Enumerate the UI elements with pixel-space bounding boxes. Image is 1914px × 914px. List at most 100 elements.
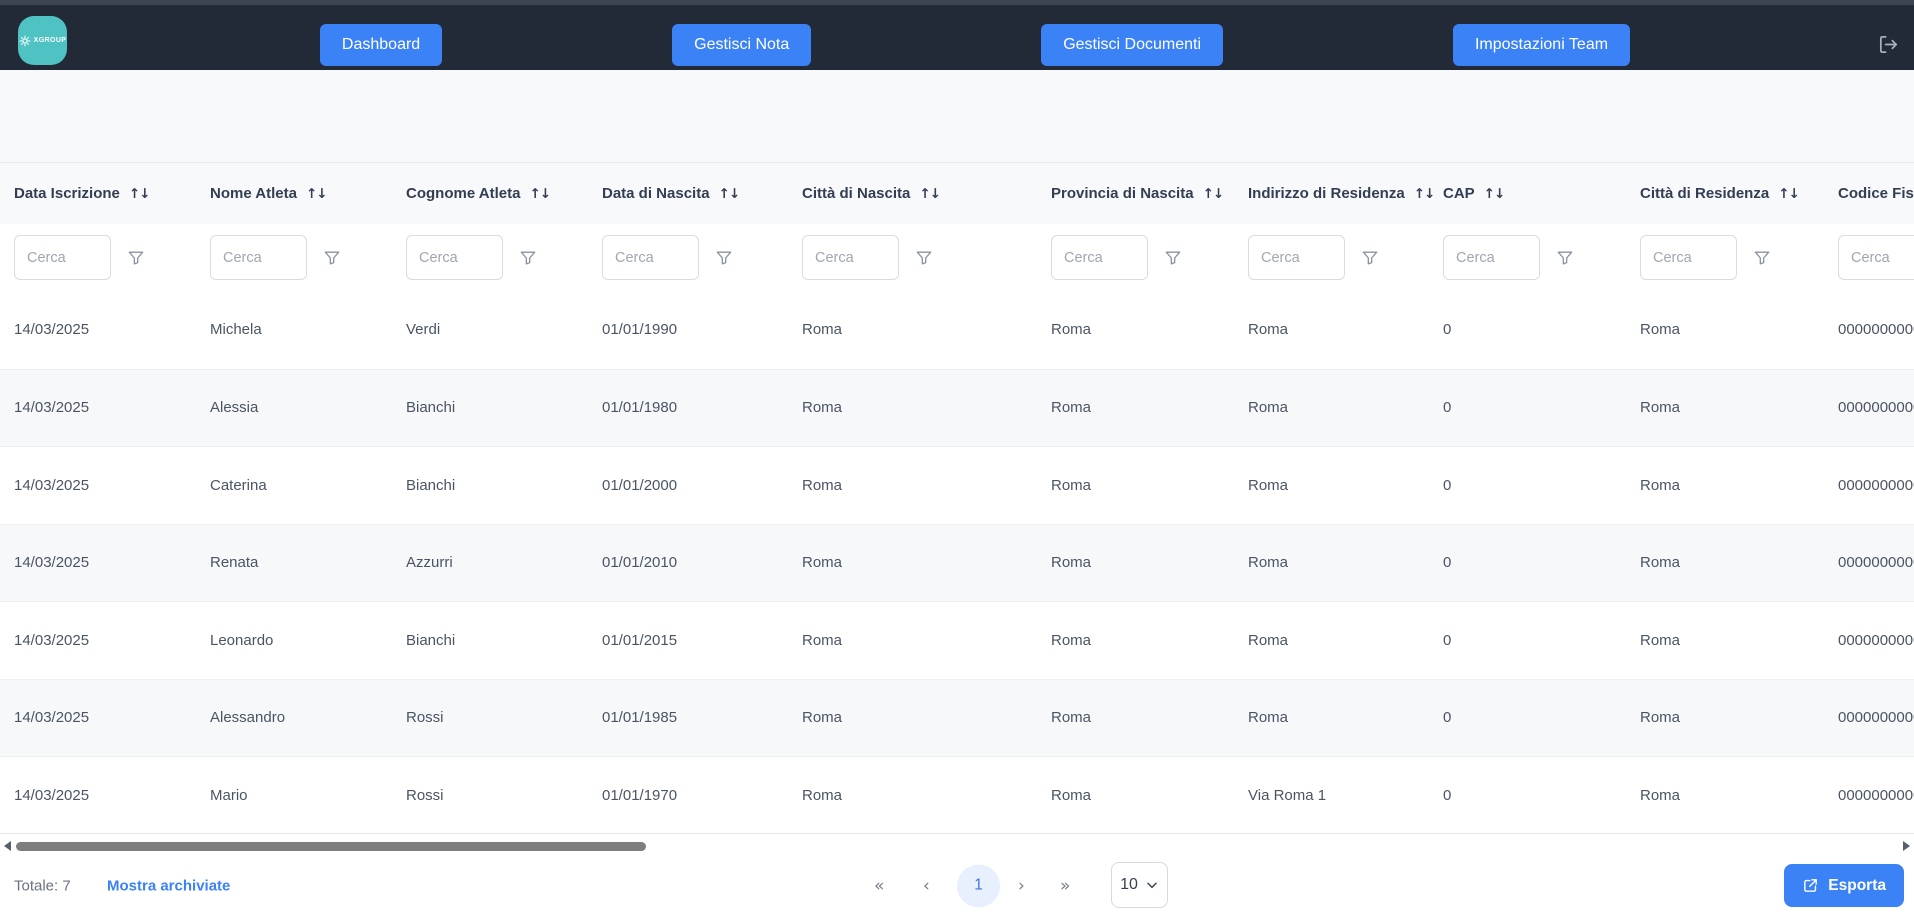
table-cell: 0000000000000000 [1838,554,1914,571]
table-filter-row [0,224,1914,291]
table-cell: Roma [1051,709,1248,726]
sort-icon[interactable]: ↑↓ [1778,186,1799,202]
chevron-down-icon [1145,878,1159,892]
table-cell: Bianchi [406,632,602,649]
table-cell: Caterina [210,477,406,494]
filter-funnel-icon[interactable] [714,248,734,268]
column-header-nome-atleta[interactable]: Nome Atleta↑↓ [210,185,406,202]
table-cell: 14/03/2025 [14,321,210,338]
filter-input-provincia-di-nascita[interactable] [1051,235,1148,280]
filter-input-citta-di-nascita[interactable] [802,235,899,280]
pagination-last-button[interactable]: » [1060,876,1070,896]
table-cell: Roma [1640,709,1838,726]
sort-icon[interactable]: ↑↓ [1203,186,1224,202]
sort-icon[interactable]: ↑↓ [719,186,740,202]
table-cell: Roma [1051,321,1248,338]
table-cell: Verdi [406,321,602,338]
filter-cell [1248,235,1443,280]
filter-input-nome-atleta[interactable] [210,235,307,280]
table-cell: Via Roma 1 [1248,787,1443,804]
column-header-cognome-atleta[interactable]: Cognome Atleta↑↓ [406,185,602,202]
scroll-right-arrow[interactable] [1903,841,1910,851]
table-row[interactable]: 14/03/2025AlessiaBianchi01/01/1980RomaRo… [0,369,1914,447]
filter-funnel-icon[interactable] [518,248,538,268]
sort-icon[interactable]: ↑↓ [529,186,550,202]
column-label: Provincia di Nascita [1051,185,1194,202]
pagination-first-button[interactable]: « [874,876,884,896]
table-cell: Roma [1248,321,1443,338]
filter-funnel-icon[interactable] [1163,248,1183,268]
table-cell: Roma [802,321,1051,338]
table-row[interactable]: 14/03/2025AlessandroRossi01/01/1985RomaR… [0,679,1914,757]
table-cell: 0 [1443,709,1640,726]
nav-button-gestisci-documenti[interactable]: Gestisci Documenti [1041,24,1223,66]
table-cell: 0 [1443,321,1640,338]
horizontal-scrollbar[interactable] [0,833,1914,857]
data-table: Data Iscrizione↑↓Nome Atleta↑↓Cognome At… [0,163,1914,834]
table-cell: Bianchi [406,399,602,416]
pagination-current-page[interactable]: 1 [957,864,1000,907]
table-cell: 0 [1443,632,1640,649]
column-header-data-di-nascita[interactable]: Data di Nascita ↑↓ [602,185,802,202]
table-row[interactable]: 14/03/2025MarioRossi01/01/1970RomaRomaVi… [0,756,1914,834]
column-header-data-iscrizione[interactable]: Data Iscrizione ↑↓ [14,185,210,202]
filter-input-cognome-atleta[interactable] [406,235,503,280]
nav-button-dashboard[interactable]: Dashboard [320,24,442,66]
pagination-prev-button[interactable]: ‹ [923,876,930,896]
column-label: CAP [1443,185,1475,202]
filter-funnel-icon[interactable] [1360,248,1380,268]
sort-icon[interactable]: ↑↓ [306,186,327,202]
table-cell: 01/01/2015 [602,632,802,649]
export-button-label: Esporta [1828,877,1886,895]
filter-funnel-icon[interactable] [1555,248,1575,268]
table-row[interactable]: 14/03/2025LeonardoBianchi01/01/2015RomaR… [0,601,1914,679]
top-navbar: XGROUP Dashboard Gestisci Nota Gestisci Do… [0,0,1914,70]
export-button[interactable]: Esporta [1784,864,1904,907]
table-cell: Roma [1051,787,1248,804]
nav-button-gestisci-nota[interactable]: Gestisci Nota [672,24,811,66]
filter-funnel-icon[interactable] [1752,248,1772,268]
filter-funnel-icon[interactable] [126,248,146,268]
table-row[interactable]: 14/03/2025RenataAzzurri01/01/2010RomaRom… [0,524,1914,602]
scrollbar-thumb[interactable] [16,842,646,851]
column-header-citta-di-residenza[interactable]: Città di Residenza↑↓ [1640,185,1838,202]
nav-button-impostazioni-team[interactable]: Impostazioni Team [1453,24,1630,66]
filter-input-data-iscrizione[interactable] [14,235,111,280]
page-size-value: 10 [1120,876,1138,894]
column-header-codice-fiscale[interactable]: Codice Fiscale↑↓ [1838,185,1914,202]
filter-input-codice-fiscale[interactable] [1838,235,1914,280]
table-row[interactable]: 14/03/2025MichelaVerdi01/01/1990RomaRoma… [0,291,1914,369]
filter-input-indirizzo-di-residenza[interactable] [1248,235,1345,280]
table-cell: Azzurri [406,554,602,571]
column-label: Data Iscrizione [14,185,120,202]
table-cell: 0 [1443,477,1640,494]
table-cell: Roma [1248,399,1443,416]
table-cell: 01/01/2010 [602,554,802,571]
sort-icon[interactable]: ↑↓ [1414,186,1435,202]
column-header-indirizzo-di-residenza[interactable]: Indirizzo di Residenza ↑↓ [1248,185,1443,202]
filter-input-data-di-nascita[interactable] [602,235,699,280]
sort-icon[interactable]: ↑↓ [1484,186,1505,202]
column-label: Data di Nascita [602,185,710,202]
scroll-left-arrow[interactable] [4,841,11,851]
table-body: 14/03/2025MichelaVerdi01/01/1990RomaRoma… [0,291,1914,834]
column-header-provincia-di-nascita[interactable]: Provincia di Nascita ↑↓ [1051,185,1248,202]
table-row[interactable]: 14/03/2025CaterinaBianchi01/01/2000RomaR… [0,446,1914,524]
filter-input-citta-di-residenza[interactable] [1640,235,1737,280]
column-label: Indirizzo di Residenza [1248,185,1405,202]
app-logo[interactable]: XGROUP [18,16,67,65]
filter-funnel-icon[interactable] [322,248,342,268]
column-header-citta-di-nascita[interactable]: Città di Nascita↑↓ [802,185,1051,202]
table-cell: Roma [1051,477,1248,494]
table-cell: Roma [1051,632,1248,649]
page-size-select[interactable]: 10 [1111,862,1168,908]
filter-funnel-icon[interactable] [914,248,934,268]
show-archived-link[interactable]: Mostra archiviate [107,877,230,894]
sort-icon[interactable]: ↑↓ [129,186,150,202]
filter-input-cap[interactable] [1443,235,1540,280]
sort-icon[interactable]: ↑↓ [919,186,940,202]
table-cell: Roma [1640,477,1838,494]
pagination-next-button[interactable]: › [1018,876,1025,896]
column-header-cap[interactable]: CAP ↑↓ [1443,185,1640,202]
logout-icon[interactable] [1877,33,1900,56]
